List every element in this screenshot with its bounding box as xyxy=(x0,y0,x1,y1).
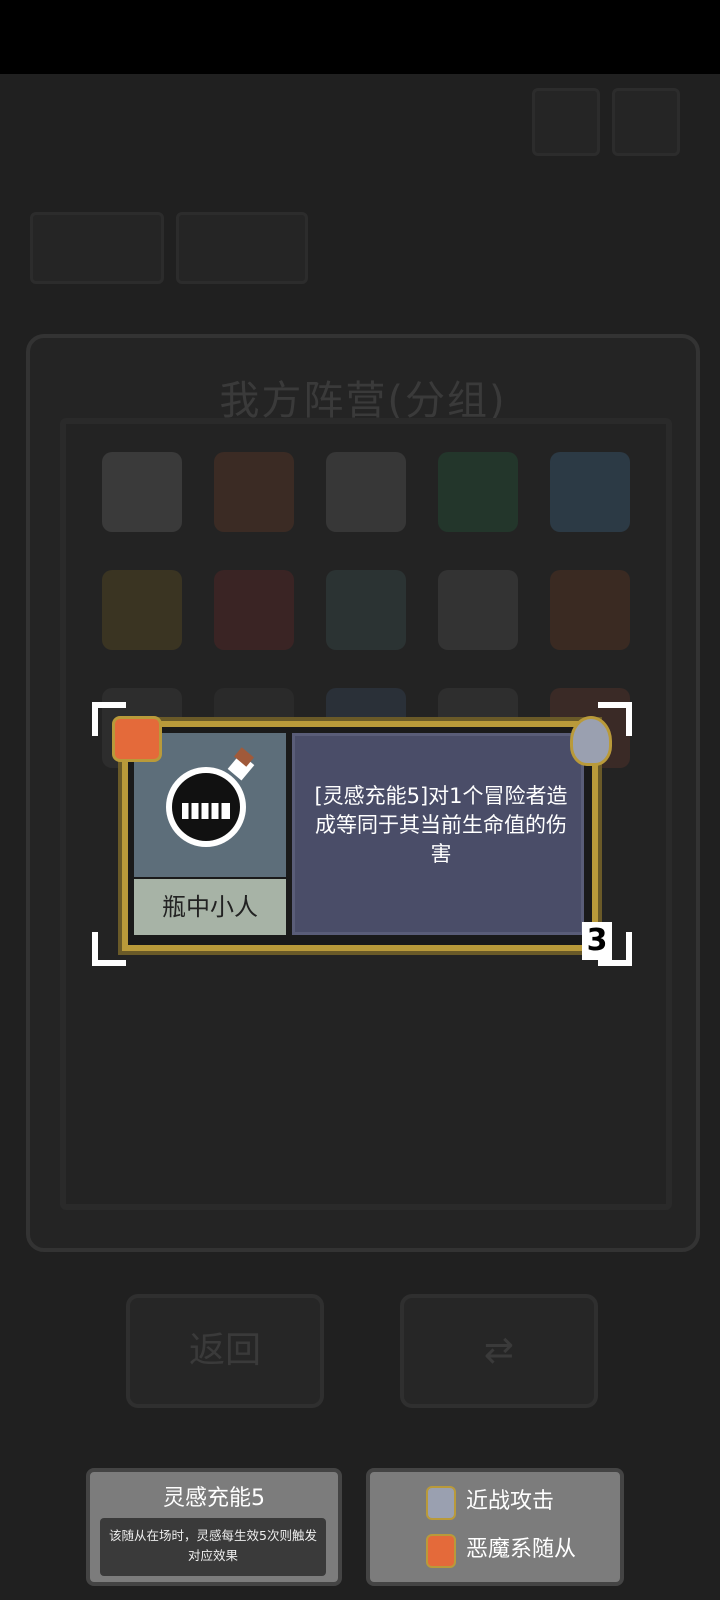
demon-icon xyxy=(112,716,162,762)
legend-card: 近战攻击 恶魔系随从 xyxy=(366,1468,624,1586)
swap-button[interactable]: ⇄ xyxy=(400,1294,598,1408)
roster-slot xyxy=(534,444,646,562)
legend-label: 恶魔系随从 xyxy=(466,1537,577,1562)
roster-slot xyxy=(422,444,534,562)
sword-icon xyxy=(570,716,612,766)
status-bar xyxy=(0,0,720,74)
roster-slot xyxy=(310,444,422,562)
minion-card[interactable]: 瓶中小人 [灵感充能5]对1个冒险者造成等同于其当前生命值的伤害 xyxy=(118,717,602,955)
card-inner: 瓶中小人 [灵感充能5]对1个冒险者造成等同于其当前生命值的伤害 xyxy=(128,727,592,945)
card-description-box: [灵感充能5]对1个冒险者造成等同于其当前生命值的伤害 xyxy=(292,733,584,935)
card-description: [灵感充能5]对1个冒险者造成等同于其当前生命值的伤害 xyxy=(314,784,568,866)
roster-slot xyxy=(422,562,534,680)
legend-label: 近战攻击 xyxy=(466,1489,555,1514)
legend-row-melee: 近战攻击 xyxy=(426,1484,555,1520)
dim-energy-slot xyxy=(30,212,164,284)
roster-slot xyxy=(310,562,422,680)
card-cost: 3 xyxy=(582,922,612,960)
keyword-info-card: 灵感充能5 该随从在场时，灵感每生效5次则触发对应效果 xyxy=(86,1468,342,1586)
demon-icon xyxy=(426,1534,456,1568)
roster-slot xyxy=(198,444,310,562)
keyword-desc-box: 该随从在场时，灵感每生效5次则触发对应效果 xyxy=(100,1518,326,1576)
roster-slot xyxy=(198,562,310,680)
keyword-title: 灵感充能5 xyxy=(163,1486,265,1511)
sword-icon xyxy=(426,1486,456,1520)
roster-slot xyxy=(86,444,198,562)
dim-card-slot xyxy=(176,212,308,284)
roster-slot xyxy=(534,562,646,680)
roster-slot xyxy=(86,562,198,680)
keyword-description: 该随从在场时，灵感每生效5次则触发对应效果 xyxy=(109,1528,317,1563)
back-button[interactable]: 返回 xyxy=(126,1294,324,1408)
legend-row-demon: 恶魔系随从 xyxy=(426,1532,577,1568)
dim-button-2 xyxy=(612,88,680,156)
swap-icon: ⇄ xyxy=(483,1330,515,1371)
dim-button-1 xyxy=(532,88,600,156)
card-name: 瓶中小人 xyxy=(134,879,286,935)
